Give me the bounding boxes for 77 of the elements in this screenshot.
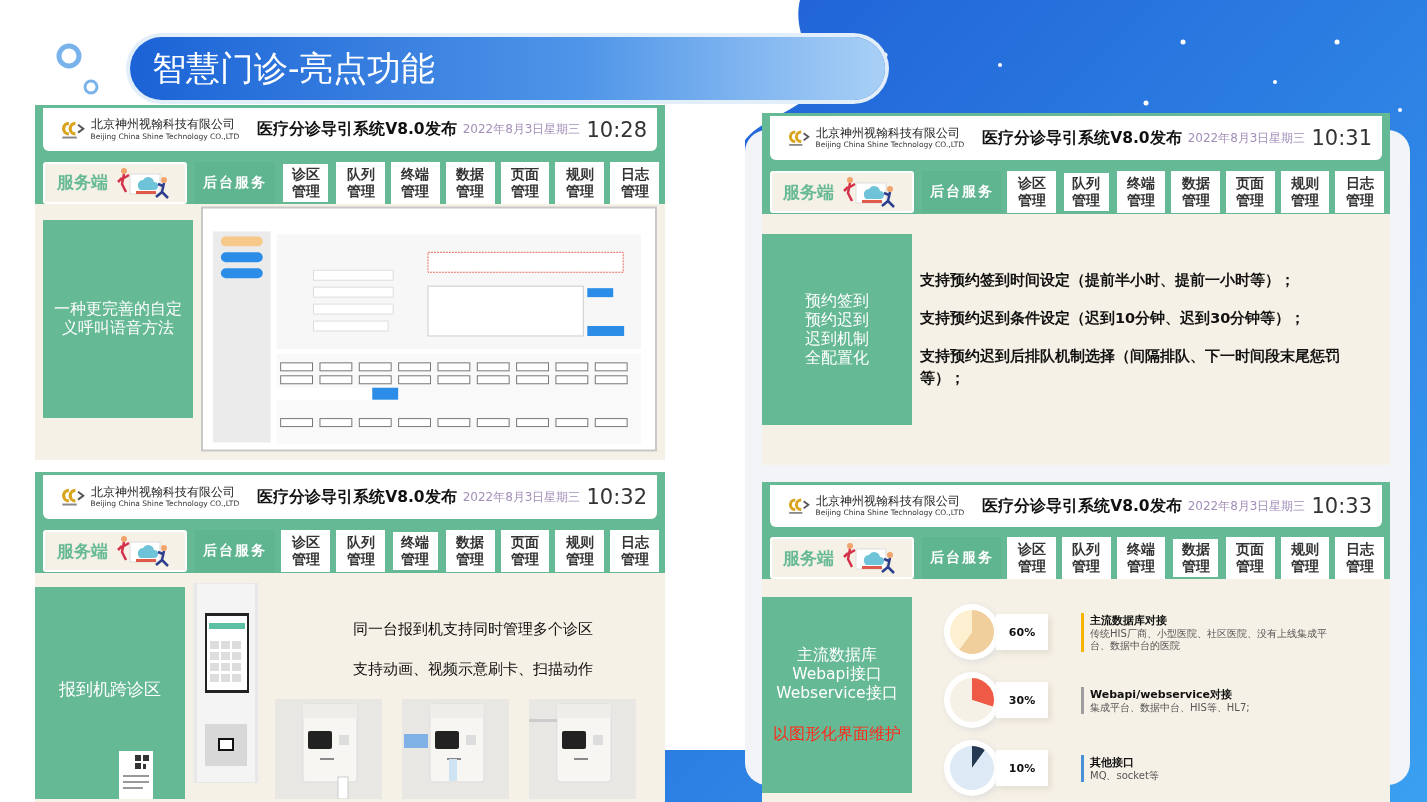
backend-service-label: 后台服务 (921, 537, 1002, 579)
nav-tab[interactable]: 日志管理 (1335, 537, 1384, 579)
company-name: 北京神州视翰科技有限公司 (815, 126, 961, 141)
company-name: 北京神州视翰科技有限公司 (815, 494, 961, 509)
nav-tab[interactable]: 规则管理 (555, 530, 605, 572)
feature-text-line: Webapi接口 (792, 665, 882, 684)
date-label: 2022年8月3日星期三 (462, 488, 581, 506)
nav-tab[interactable]: 终端管理 (1116, 171, 1166, 213)
category-description: 集成平台、数据中台、HIS等、HL7; (1090, 701, 1251, 714)
nav-tab[interactable]: 诊区管理 (281, 161, 331, 204)
feature-text-line: 全配置化 (805, 348, 869, 368)
clock-time: 10:31 (1311, 126, 1372, 150)
nav-tab[interactable]: 页面管理 (500, 530, 550, 572)
backend-service-label: 后台服务 (195, 530, 276, 572)
feature-description: 支持预约迟到后排队机制选择（间隔排队、下一时间段末尾惩罚等）； (920, 346, 1341, 388)
system-title: 医疗分诊导引系统V8.0发布 (257, 119, 457, 140)
feature-text-line: 预约签到 (805, 291, 869, 311)
clock-time: 10:28 (586, 117, 647, 142)
category-description: MQ、socket等 (1090, 769, 1160, 782)
nav-tab[interactable]: 诊区管理 (281, 530, 331, 572)
system-title: 医疗分诊导引系统V8.0发布 (982, 127, 1182, 149)
system-title: 医疗分诊导引系统V8.0发布 (982, 495, 1182, 517)
nav-tab[interactable]: 数据管理 (445, 161, 495, 204)
nav-tab[interactable]: 页面管理 (500, 161, 550, 204)
qr-ticket-icon (119, 751, 153, 799)
feature-text-line: 预约迟到 (805, 310, 869, 330)
feature-text-line: 主流数据库 (797, 646, 877, 665)
nav-tab[interactable]: 数据管理 (1171, 537, 1221, 579)
nav-tab[interactable]: 数据管理 (445, 530, 495, 572)
system-title: 医疗分诊导引系统V8.0发布 (257, 486, 457, 508)
category-title: 主流数据库对接 (1090, 612, 1168, 628)
feature-description: 支持预约迟到条件设定（迟到10分钟、迟到30分钟等）； (920, 308, 1307, 328)
clock-time: 10:32 (586, 485, 647, 509)
service-label: 服务端 (56, 539, 108, 563)
company-name: 北京神州视翰科技有限公司 (90, 118, 236, 132)
service-label: 服务端 (783, 180, 835, 204)
service-label: 服务端 (783, 546, 835, 570)
backend-service-label: 后台服务 (921, 171, 1002, 213)
nav-tab[interactable]: 页面管理 (1226, 537, 1275, 579)
nav-tab[interactable]: 终端管理 (1116, 537, 1166, 579)
category-description: 传统HIS厂商、小型医院、社区医院、没有上线集成平台、数据中台的医院 (1090, 627, 1328, 652)
nav-tab[interactable]: 日志管理 (610, 161, 659, 204)
category-title: Webapi/webservice对接 (1090, 686, 1233, 702)
feature-caption: 支持动画、视频示意刷卡、扫描动作 (353, 659, 594, 679)
date-label: 2022年8月3日星期三 (462, 121, 581, 138)
feature-text: 报到机跨诊区 (59, 679, 161, 699)
nav-tab[interactable]: 终端管理 (390, 530, 440, 572)
feature-text: 一种更完善的自定义呼叫语音方法 (53, 300, 183, 338)
nav-tab[interactable]: 规则管理 (1280, 171, 1330, 213)
nav-tab[interactable]: 页面管理 (1226, 171, 1275, 213)
feature-note: 以图形化界面维护 (773, 725, 901, 744)
category-title: 其他接口 (1090, 754, 1135, 770)
company-name: 北京神州视翰科技有限公司 (90, 485, 236, 500)
nav-tab[interactable]: 数据管理 (1171, 171, 1221, 213)
backend-service-label: 后台服务 (195, 161, 276, 204)
date-label: 2022年8月3日星期三 (1187, 129, 1306, 147)
feature-caption: 同一台报到机支持同时管理多个诊区 (353, 619, 594, 639)
nav-tab[interactable]: 规则管理 (555, 161, 605, 204)
nav-tab[interactable]: 队列管理 (336, 161, 385, 204)
percent-label: 10% (996, 750, 1048, 786)
nav-tab[interactable]: 诊区管理 (1007, 171, 1057, 213)
date-label: 2022年8月3日星期三 (1187, 497, 1306, 515)
feature-text-line: 迟到机制 (805, 329, 869, 349)
nav-tab[interactable]: 诊区管理 (1007, 537, 1057, 579)
feature-description: 支持预约签到时间设定（提前半小时、提前一小时等）； (920, 270, 1296, 290)
feature-text-line: Webservice接口 (776, 684, 898, 703)
nav-tab[interactable]: 队列管理 (1062, 537, 1111, 579)
percent-label: 30% (996, 682, 1048, 718)
percent-label: 60% (996, 614, 1048, 650)
nav-tab[interactable]: 队列管理 (336, 530, 385, 572)
clock-time: 10:33 (1311, 494, 1372, 518)
service-label: 服务端 (56, 171, 108, 194)
nav-tab[interactable]: 终端管理 (390, 161, 440, 204)
nav-tab[interactable]: 日志管理 (610, 530, 659, 572)
nav-tab[interactable]: 日志管理 (1335, 171, 1384, 213)
nav-tab[interactable]: 规则管理 (1280, 537, 1330, 579)
nav-tab[interactable]: 队列管理 (1062, 171, 1111, 213)
